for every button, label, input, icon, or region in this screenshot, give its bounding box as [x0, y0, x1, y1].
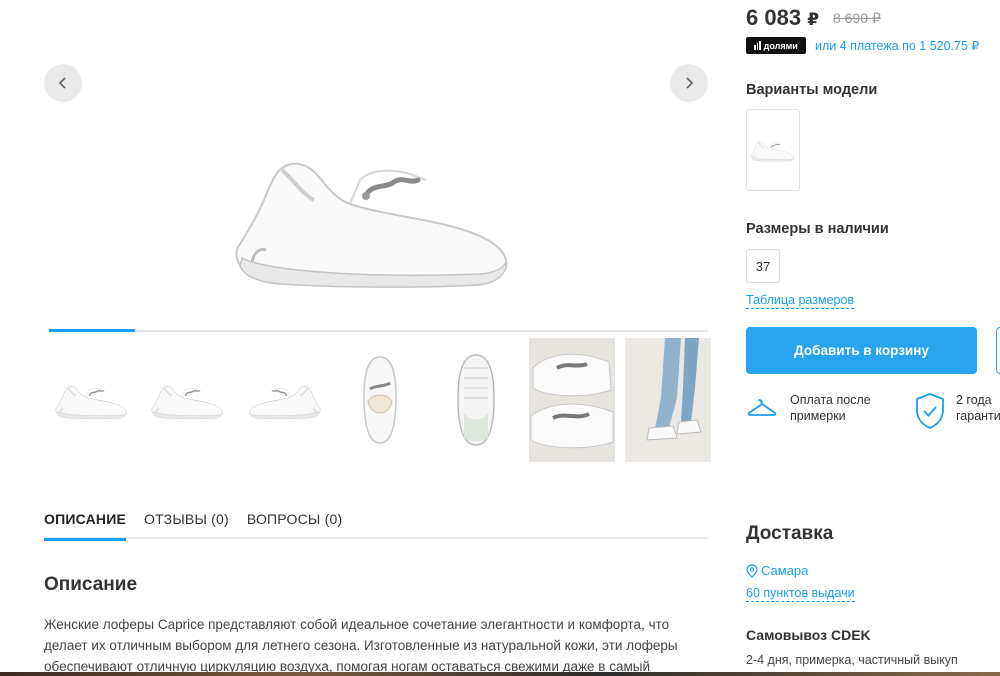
gallery-progress-track: [49, 330, 708, 332]
old-price: 8 690 ₽: [833, 10, 881, 26]
tab-description[interactable]: ОПИСАНИЕ: [44, 508, 126, 541]
thumbnail-strip: [49, 338, 711, 462]
chevron-right-icon: [686, 77, 694, 89]
size-option[interactable]: 37: [746, 249, 780, 283]
delivery-title: Доставка: [746, 523, 834, 544]
feature-2-line-2: гаранти: [956, 409, 1000, 423]
tab-questions[interactable]: ВОПРОСЫ (0): [247, 508, 342, 539]
product-gallery: [44, 40, 710, 340]
cdek-pickup-title: Самовывоз CDEK: [746, 627, 871, 643]
thumbnail-4[interactable]: [337, 338, 423, 462]
city-selector[interactable]: Самара: [746, 563, 808, 578]
feature-1-line-1: Оплата после: [790, 393, 871, 407]
thumbnail-6[interactable]: [529, 338, 615, 462]
sizes-title: Размеры в наличии: [746, 221, 889, 237]
cdek-pickup-info: 2-4 дня, примерка, частичный выкуп: [746, 653, 958, 667]
thumbnail-1[interactable]: [49, 338, 135, 462]
thumbnail-3[interactable]: [241, 338, 327, 462]
main-product-image[interactable]: [230, 140, 520, 290]
feature-1-line-2: примерки: [790, 409, 846, 423]
dolyami-label: долями: [763, 40, 798, 51]
location-pin-icon: [746, 563, 758, 578]
gallery-prev-button[interactable]: [44, 64, 82, 102]
description-text: Женские лоферы Caprice представляют собо…: [44, 617, 678, 674]
tab-reviews[interactable]: ОТЗЫВЫ (0): [144, 508, 229, 539]
variant-option[interactable]: [746, 109, 800, 191]
pickup-points-link[interactable]: 60 пунктов выдачи: [746, 586, 855, 602]
variant-thumbnail: [750, 138, 796, 162]
chevron-left-icon: [58, 77, 66, 89]
feature-pay-after-fitting: Оплата после примерки: [746, 392, 871, 424]
thumbnail-5[interactable]: [433, 338, 519, 462]
hanger-icon: [746, 392, 778, 424]
description-title: Описание: [44, 574, 138, 595]
size-table-link[interactable]: Таблица размеров: [746, 293, 855, 309]
price-currency: ₽: [807, 10, 820, 29]
variants-title: Варианты модели: [746, 82, 878, 98]
favorite-button[interactable]: [996, 327, 1000, 374]
installments-link[interactable]: или 4 платежа по 1 520.75 ₽: [815, 38, 979, 53]
gallery-next-button[interactable]: [670, 64, 708, 102]
city-name: Самара: [761, 563, 809, 578]
dolyami-badge[interactable]: долями: [746, 37, 806, 54]
thumbnail-7[interactable]: [625, 338, 711, 462]
feature-warranty: 2 года гаранти: [914, 392, 1000, 430]
current-price: 6 083 ₽: [746, 5, 819, 31]
add-to-cart-button[interactable]: Добавить в корзину: [746, 327, 977, 374]
product-tabs: ОПИСАНИЕ ОТЗЫВЫ (0) ВОПРОСЫ (0): [44, 508, 708, 541]
feature-2-line-1: 2 года: [956, 393, 992, 407]
bottom-edge-strip: [0, 672, 1000, 676]
thumbnail-2[interactable]: [145, 338, 231, 462]
dolyami-logo-icon: [754, 41, 761, 50]
shield-check-icon: [914, 392, 946, 430]
gallery-progress-fill: [49, 329, 135, 332]
price-value: 6 083: [746, 5, 802, 30]
